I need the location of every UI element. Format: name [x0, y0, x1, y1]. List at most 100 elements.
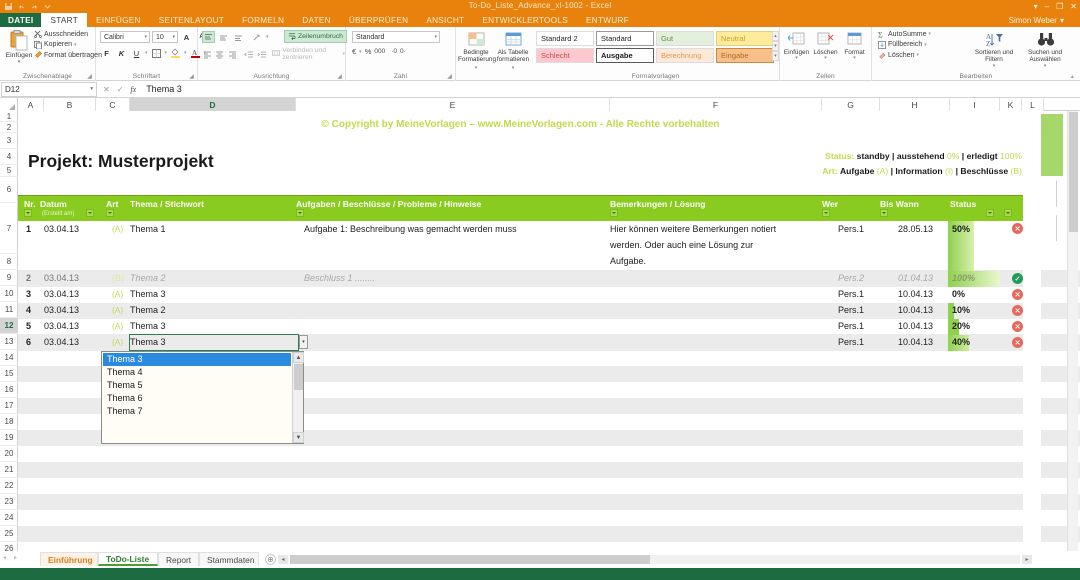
tab-ansicht[interactable]: ANSICHT [417, 13, 473, 27]
cell-styles-scrollbar[interactable]: ▴ ▾ ▾ [772, 31, 779, 63]
sheet-prev-icon[interactable]: ◂ [3, 554, 6, 561]
clipboard-dialog-launcher[interactable]: ◢ [87, 73, 92, 80]
row-header-2[interactable]: 2 [0, 122, 18, 133]
filter-bemerkungen-button[interactable] [822, 209, 830, 217]
cell-style-neutral[interactable]: Neutral [716, 31, 774, 46]
dropdown-option[interactable]: Thema 6 [103, 391, 291, 404]
cell-style-schlecht[interactable]: Schlecht [536, 48, 594, 63]
row-header-24[interactable]: 24 [0, 510, 18, 526]
tab-datei[interactable]: DATEI [0, 13, 41, 27]
align-middle-button[interactable] [217, 31, 230, 43]
number-format-select[interactable]: Standard ▾ [352, 31, 440, 43]
row-header-6[interactable]: 6 [0, 177, 18, 203]
status-badge-open[interactable]: ✕ [1012, 337, 1023, 348]
underline-chevron-icon[interactable]: ▾ [145, 50, 148, 56]
column-header-l[interactable]: L [1022, 98, 1044, 111]
column-header-k[interactable]: K [1000, 98, 1022, 111]
cell-style-standard2[interactable]: Standard 2 [536, 31, 594, 46]
align-center-button[interactable] [214, 48, 224, 60]
align-left-button[interactable] [202, 48, 212, 60]
cell-style-berechnung[interactable]: Berechnung [656, 48, 714, 63]
clear-button[interactable]: Löschen ▾ [878, 51, 931, 59]
currency-chevron-icon[interactable]: ▾ [359, 49, 362, 55]
italic-button[interactable]: K [115, 47, 128, 59]
cell-style-eingabe[interactable]: Eingabe [716, 48, 774, 63]
fill-button[interactable]: Füllbereich ▾ [878, 41, 931, 49]
row-header-12[interactable]: 12 [0, 318, 18, 334]
row-header-23[interactable]: 23 [0, 494, 18, 510]
tab-entwicklertools[interactable]: ENTWICKLERTOOLS [473, 13, 577, 27]
insert-function-icon[interactable]: fx [130, 85, 136, 94]
delete-cells-button[interactable]: Löschen ▾ [811, 31, 840, 62]
table-row[interactable]: 3 03.04.13 (A) Thema 3 Pers.1 10.04.13 0… [18, 287, 1080, 303]
row-header-8[interactable]: 8 [0, 254, 18, 270]
validation-dropdown-list[interactable]: Thema 3 Thema 4 Thema 5 Thema 6 Thema 7 … [101, 351, 304, 444]
column-header-b[interactable]: B [44, 98, 96, 111]
dropdown-option[interactable]: Thema 4 [103, 366, 291, 379]
insert-cells-button[interactable]: Einfügen ▾ [782, 31, 811, 62]
borders-button[interactable] [150, 47, 163, 59]
dropdown-scroll-up-icon[interactable]: ▲ [293, 352, 304, 363]
confirm-edit-icon[interactable]: ✓ [117, 85, 124, 94]
autosum-button[interactable]: Σ AutoSumme ▾ [878, 30, 931, 38]
find-select-button[interactable]: Suchen und Auswählen ▾ [1018, 31, 1072, 69]
sheet-tab-report[interactable]: Report [158, 552, 199, 566]
hscroll-left-arrow[interactable]: ◂ [278, 555, 288, 564]
name-box-chevron-icon[interactable]: ▾ [90, 86, 93, 92]
status-badge-done[interactable]: ✓ [1012, 273, 1023, 284]
sheet-next-icon[interactable]: ▸ [14, 554, 17, 561]
orientation-button[interactable] [251, 31, 264, 43]
underline-button[interactable]: U [130, 47, 143, 59]
column-header-g[interactable]: G [822, 98, 880, 111]
row-header-20[interactable]: 20 [0, 446, 18, 462]
name-box[interactable]: D12 ▾ [1, 82, 97, 97]
fill-color-button[interactable] [169, 47, 182, 59]
horizontal-scrollbar[interactable] [290, 555, 1020, 564]
percent-format-button[interactable]: % [365, 47, 372, 56]
filter-thema-button[interactable] [296, 209, 304, 217]
tab-formeln[interactable]: FORMELN [233, 13, 293, 27]
align-right-button[interactable] [227, 48, 237, 60]
filter-nr-button[interactable] [24, 209, 32, 217]
format-painter-button[interactable]: Format übertragen [34, 51, 102, 59]
tab-daten[interactable]: DATEN [293, 13, 340, 27]
decrease-indent-button[interactable] [243, 48, 253, 60]
sheet-tab-stammdaten[interactable]: Stammdaten [199, 552, 259, 566]
row-header-15[interactable]: 15 [0, 366, 18, 382]
increase-decimal-button[interactable]: ·0 [391, 48, 397, 55]
worksheet-grid[interactable]: © Copyright by MeineVorlagen – www.Meine… [18, 111, 1080, 551]
dropdown-option[interactable]: Thema 7 [103, 404, 291, 417]
font-name-input[interactable]: Calibri ▾ [100, 31, 150, 43]
number-dialog-launcher[interactable]: ◢ [447, 73, 452, 80]
cancel-edit-icon[interactable]: ✕ [103, 85, 110, 94]
table-row[interactable]: 4 03.04.13 (A) Thema 2 Pers.1 10.04.13 1… [18, 303, 1080, 319]
row-header-18[interactable]: 18 [0, 414, 18, 430]
borders-chevron-icon[interactable]: ▾ [165, 50, 168, 56]
row-header-14[interactable]: 14 [0, 350, 18, 366]
table-row[interactable]: 1 03.04.13 (A) Thema 1 Aufgabe 1: Beschr… [18, 221, 1080, 271]
row-header-11[interactable]: 11 [0, 302, 18, 318]
increase-indent-button[interactable] [256, 48, 266, 60]
select-all-corner[interactable] [0, 98, 18, 111]
tab-start[interactable]: START [41, 13, 87, 27]
row-header-21[interactable]: 21 [0, 462, 18, 478]
font-size-input[interactable]: 10 ▾ [152, 31, 178, 43]
status-badge-open[interactable]: ✕ [1012, 289, 1023, 300]
gallery-scroll-up-icon[interactable]: ▴ [772, 31, 779, 41]
formula-bar-input[interactable]: Thema 3 [142, 84, 1080, 94]
column-header-a[interactable]: A [18, 98, 44, 111]
tab-seitenlayout[interactable]: SEITENLAYOUT [150, 13, 233, 27]
align-bottom-button[interactable] [232, 31, 245, 43]
filter-status-button[interactable] [1004, 209, 1012, 217]
merge-center-button[interactable]: Verbinden und zentrieren ▾ [272, 47, 345, 61]
row-header-19[interactable]: 19 [0, 430, 18, 446]
dropdown-scroll-thumb[interactable] [294, 364, 303, 390]
number-format-chevron-icon[interactable]: ▾ [434, 34, 437, 40]
font-size-chevron-icon[interactable]: ▾ [172, 34, 175, 40]
currency-format-button[interactable]: € [352, 47, 356, 56]
row-header-9[interactable]: 9 [0, 270, 18, 286]
format-cells-button[interactable]: Format ▾ [840, 31, 869, 62]
status-badge-open[interactable]: ✕ [1012, 223, 1023, 234]
row-header-4[interactable]: 4 [0, 149, 18, 165]
cell-style-standard[interactable]: Standard [596, 31, 654, 46]
